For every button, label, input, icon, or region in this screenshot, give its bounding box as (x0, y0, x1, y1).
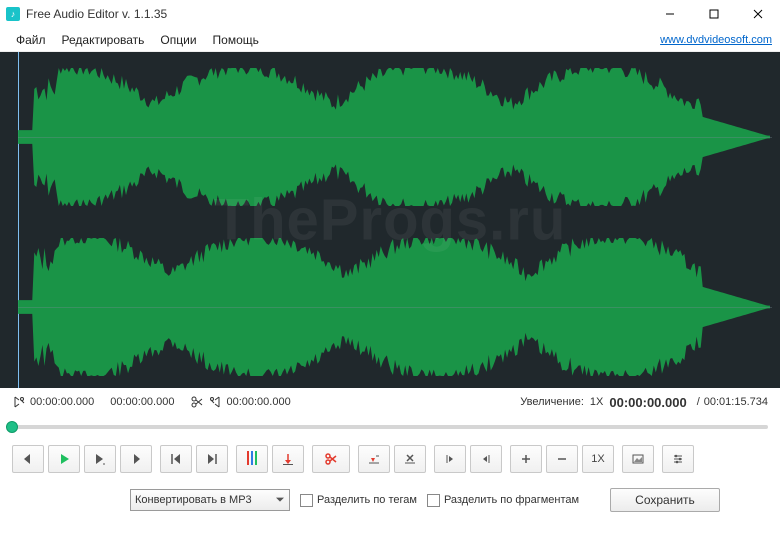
split-by-tags-label: Разделить по тегам (317, 494, 417, 506)
seek-slider-row (0, 416, 780, 438)
save-button-label: Сохранить (635, 493, 695, 507)
selection-jump-group (434, 445, 502, 473)
selection-start-time: 00:00:00.000 (30, 396, 94, 408)
zoom-in-button[interactable] (510, 445, 542, 473)
playback-position: 00:00:00.000 (609, 395, 686, 410)
skip-start-button[interactable] (160, 445, 192, 473)
minimize-button[interactable] (648, 0, 692, 28)
menubar: Файл Редактировать Опции Помощь www.dvdv… (0, 28, 780, 52)
site-link[interactable]: www.dvdvideosoft.com (660, 34, 772, 46)
split-by-fragments-checkbox[interactable]: Разделить по фрагментам (427, 494, 579, 507)
zoom-label: Увеличение: (520, 396, 584, 408)
marker-group (236, 445, 304, 473)
zoom-group: 1X (510, 445, 614, 473)
zoom-reset-label: 1X (591, 453, 604, 465)
window-title: Free Audio Editor v. 1.1.35 (26, 7, 648, 21)
menu-options[interactable]: Опции (152, 30, 204, 50)
play-selection-button[interactable] (84, 445, 116, 473)
format-select[interactable]: Конвертировать в MP3 (130, 489, 290, 511)
checkbox-icon (427, 494, 440, 507)
menu-edit[interactable]: Редактировать (54, 30, 153, 50)
waveform-channel-left[interactable] (18, 62, 772, 212)
titlebar: ♪ Free Audio Editor v. 1.1.35 (0, 0, 780, 28)
waveform-channel-right[interactable] (18, 232, 772, 382)
jump-sel-start-button[interactable] (434, 445, 466, 473)
selection-start-icon (12, 395, 26, 409)
selection-end-icon (208, 395, 222, 409)
cut-button[interactable] (312, 445, 350, 473)
selection-end-time: 00:00:00.000 (110, 396, 174, 408)
transport-group (12, 445, 152, 473)
skip-group (160, 445, 228, 473)
maximize-button[interactable] (692, 0, 736, 28)
checkbox-icon (300, 494, 313, 507)
trim-group (358, 445, 426, 473)
cut-length-time: 00:00:00.000 (226, 396, 290, 408)
cut-group (312, 445, 350, 473)
format-select-value: Конвертировать в MP3 (135, 494, 252, 506)
jump-sel-end-button[interactable] (470, 445, 502, 473)
play-button[interactable] (48, 445, 80, 473)
status-bar: 00:00:00.000 00:00:00.000 00:00:00.000 У… (0, 388, 780, 416)
split-by-fragments-label: Разделить по фрагментам (444, 494, 579, 506)
app-icon: ♪ (6, 7, 20, 21)
split-by-tags-checkbox[interactable]: Разделить по тегам (300, 494, 417, 507)
menu-file[interactable]: Файл (8, 30, 54, 50)
save-button[interactable]: Сохранить (610, 488, 720, 512)
zoom-reset-button[interactable]: 1X (582, 445, 614, 473)
duration-separator: / (697, 396, 700, 408)
zoom-out-button[interactable] (546, 445, 578, 473)
seek-thumb[interactable] (6, 421, 18, 433)
image-view-button[interactable] (622, 445, 654, 473)
trim-out-button[interactable] (394, 445, 426, 473)
add-marker-button[interactable] (236, 445, 268, 473)
settings-group (662, 445, 694, 473)
close-button[interactable] (736, 0, 780, 28)
scissors-icon (190, 395, 204, 409)
settings-button[interactable] (662, 445, 694, 473)
prev-frame-button[interactable] (12, 445, 44, 473)
view-group (622, 445, 654, 473)
toolbar: 1X (0, 438, 780, 480)
download-marker-button[interactable] (272, 445, 304, 473)
bottom-bar: Конвертировать в MP3 Разделить по тегам … (0, 480, 780, 520)
seek-slider[interactable] (12, 425, 768, 429)
menu-help[interactable]: Помощь (205, 30, 267, 50)
skip-end-button[interactable] (196, 445, 228, 473)
total-duration: 00:01:15.734 (704, 396, 768, 408)
trim-in-button[interactable] (358, 445, 390, 473)
next-frame-button[interactable] (120, 445, 152, 473)
zoom-value: 1X (590, 396, 603, 408)
waveform-area[interactable]: TheProgs.ru (0, 52, 780, 388)
